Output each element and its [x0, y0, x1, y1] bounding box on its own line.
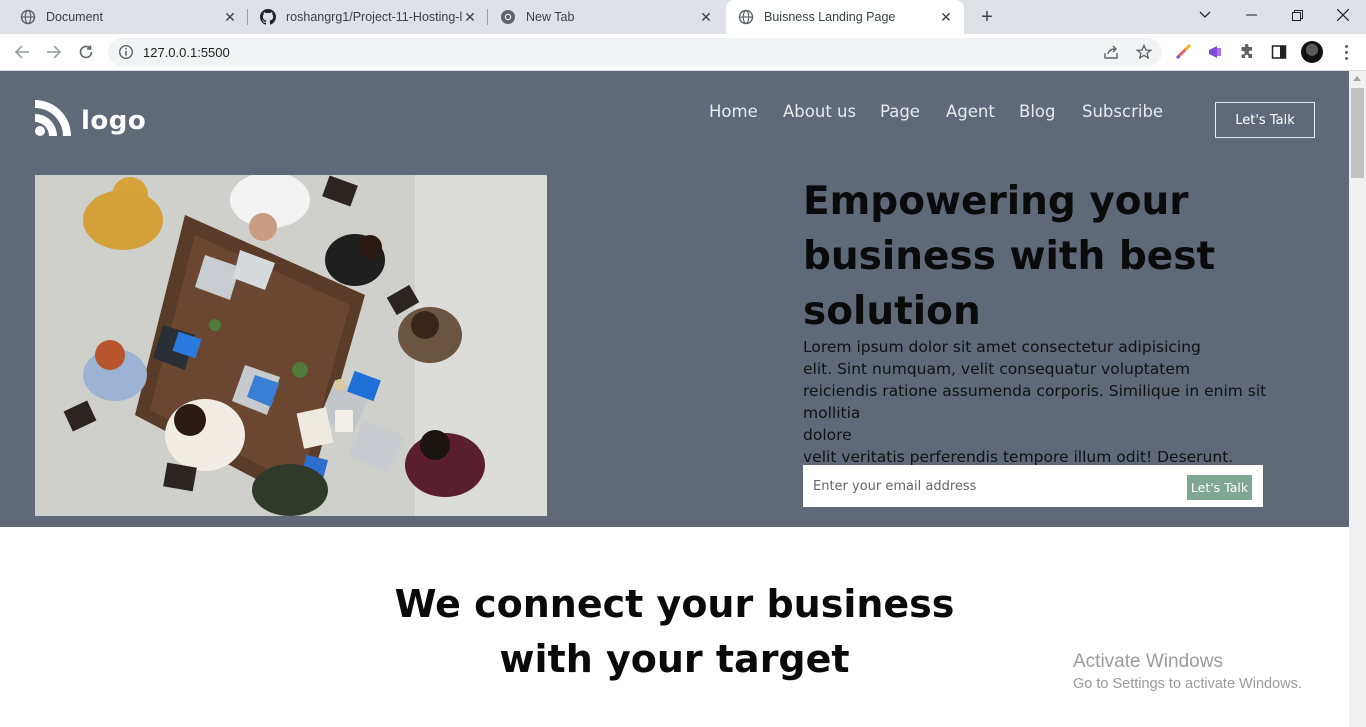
page-viewport: logo Home About us Page Agent Blog Subsc… [0, 71, 1349, 727]
browser-toolbar: 127.0.0.1:5500 [0, 34, 1366, 71]
page-scrollbar[interactable] [1349, 71, 1366, 727]
tab-github[interactable]: roshangrg1/Project-11-Hosting-l ✕ [248, 0, 488, 34]
close-icon[interactable]: ✕ [222, 9, 238, 25]
main-nav: Home About us Page Agent Blog Subscribe [0, 102, 1349, 126]
nav-blog[interactable]: Blog [1019, 102, 1055, 121]
restore-icon[interactable] [1274, 0, 1320, 30]
nav-subscribe[interactable]: Subscribe [1082, 102, 1163, 121]
menu-kebab-icon[interactable] [1336, 42, 1356, 62]
email-submit-button[interactable]: Let's Talk [1187, 475, 1252, 500]
hero-headline-line: solution [803, 289, 981, 334]
color-picker-extension-icon[interactable] [1173, 42, 1193, 62]
close-window-icon[interactable] [1320, 0, 1366, 30]
back-icon[interactable] [10, 40, 34, 64]
tab-title: roshangrg1/Project-11-Hosting-l [286, 10, 462, 24]
hero-paragraph-line: dolore [803, 426, 852, 444]
hero-section: logo Home About us Page Agent Blog Subsc… [0, 71, 1349, 527]
github-icon [260, 9, 276, 25]
globe-icon [20, 9, 36, 25]
hero-headline: Empowering your business with best solut… [803, 174, 1323, 339]
chrome-icon [500, 9, 516, 25]
lets-talk-button[interactable]: Let's Talk [1215, 102, 1315, 138]
hero-paragraph-line: reiciendis ratione assumenda corporis. S… [803, 382, 1267, 422]
nav-page[interactable]: Page [880, 102, 920, 121]
tab-business-landing[interactable]: Buisness Landing Page ✕ [726, 0, 964, 34]
share-icon[interactable] [1103, 44, 1119, 60]
close-icon[interactable]: ✕ [698, 9, 714, 25]
scrollbar-thumb[interactable] [1351, 88, 1364, 178]
url-text: 127.0.0.1:5500 [143, 45, 230, 60]
tab-title: Document [46, 10, 103, 24]
tab-search-icon[interactable] [1182, 0, 1228, 30]
watermark-subtitle: Go to Settings to activate Windows. [1073, 676, 1302, 692]
bookmark-star-icon[interactable] [1136, 44, 1152, 60]
section-title-line: We connect your business [394, 582, 955, 626]
megaphone-extension-icon[interactable] [1205, 42, 1225, 62]
minimize-icon[interactable] [1228, 0, 1274, 30]
nav-agent[interactable]: Agent [946, 102, 995, 121]
address-bar[interactable]: 127.0.0.1:5500 [108, 38, 1162, 66]
tab-new-tab[interactable]: New Tab ✕ [488, 0, 724, 34]
tab-strip: Document ✕ roshangrg1/Project-11-Hosting… [0, 0, 1366, 34]
team-meeting-photo [35, 175, 547, 516]
nav-home[interactable]: Home [709, 102, 758, 121]
hero-paragraph-line: elit. Sint numquam, velit consequatur vo… [803, 360, 1190, 378]
reload-icon[interactable] [74, 40, 98, 64]
nav-about-us[interactable]: About us [783, 102, 856, 121]
connect-section: We connect your business with your targe… [0, 527, 1349, 727]
watermark-title: Activate Windows [1073, 651, 1223, 672]
hero-paragraph-line: Lorem ipsum dolor sit amet consectetur a… [803, 338, 1201, 356]
activate-windows-watermark: Activate Windows Go to Settings to activ… [1073, 651, 1302, 692]
close-icon[interactable]: ✕ [938, 9, 954, 25]
email-input[interactable] [803, 465, 1183, 507]
email-subscribe-form: Let's Talk [803, 465, 1263, 507]
extensions-puzzle-icon[interactable] [1237, 42, 1257, 62]
hero-headline-line: business with best [803, 234, 1216, 279]
side-panel-icon[interactable] [1269, 42, 1289, 62]
scroll-up-icon[interactable] [1353, 76, 1361, 81]
forward-icon[interactable] [42, 40, 66, 64]
site-info-icon[interactable] [118, 44, 134, 60]
globe-icon [738, 9, 754, 25]
hero-headline-line: Empowering your [803, 179, 1189, 224]
tab-document[interactable]: Document ✕ [8, 0, 248, 34]
tab-title: Buisness Landing Page [764, 10, 896, 24]
tab-title: New Tab [526, 10, 575, 24]
profile-avatar[interactable] [1301, 41, 1323, 63]
hero-paragraph: Lorem ipsum dolor sit amet consectetur a… [803, 336, 1323, 468]
new-tab-button[interactable]: + [975, 6, 999, 28]
close-icon[interactable]: ✕ [462, 9, 478, 25]
